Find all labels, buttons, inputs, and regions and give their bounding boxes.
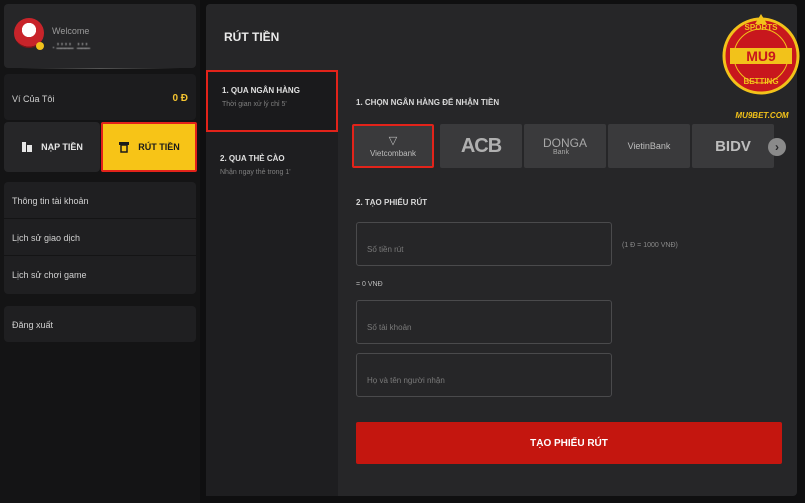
chevron-right-icon[interactable]: ›	[768, 138, 786, 156]
withdraw-form: 1. CHỌN NGÂN HÀNG ĐỂ NHẬN TIỀN ▽ Vietcom…	[338, 70, 797, 496]
bank-acb[interactable]: ACB	[440, 124, 522, 168]
amount-field[interactable]	[356, 222, 612, 266]
step2-heading: 2. TẠO PHIẾU RÚT	[356, 198, 428, 207]
deposit-label: NẠP TIỀN	[41, 142, 83, 152]
method-bank-transfer[interactable]: 1. QUA NGÂN HÀNG Thời gian xử lý chỉ 5'	[206, 70, 338, 132]
mu9-logo: SPORTS MU9 BETTING	[722, 14, 800, 95]
divider	[20, 68, 180, 69]
profile-card: Welcome ·ʼ̶ʼ̶ʼ̶ʼ̶ ʼ̶ʼ̶ʼ̶	[4, 4, 196, 68]
method-subtitle: Thời gian xử lý chỉ 5'	[222, 101, 287, 108]
withdraw-button[interactable]: RÚT TIỀN	[101, 122, 197, 172]
deposit-button[interactable]: NẠP TIỀN	[4, 122, 100, 172]
menu-game-history[interactable]: Lịch sử chơi game	[4, 256, 196, 293]
vietcombank-logo-icon: ▽	[388, 135, 398, 147]
bank-name: BIDV	[715, 137, 751, 155]
withdraw-icon	[119, 142, 130, 153]
logo-text-mid: MU9	[746, 48, 776, 64]
wallet-label: Ví Của Tôi	[12, 94, 55, 104]
account-number-input[interactable]	[367, 323, 601, 332]
method-title: 2. QUA THẺ CÀO	[220, 154, 285, 163]
donga-title: DONGA	[542, 135, 587, 150]
recipient-name-field[interactable]	[356, 353, 612, 397]
withdraw-panel: RÚT TIỀN 1. QUA NGÂN HÀNG Thời gian xử l…	[206, 4, 797, 496]
method-scratch-card[interactable]: 2. QUA THẺ CÀO Nhận ngay thẻ trong 1'	[206, 144, 338, 194]
bank-name: Vietcombank	[369, 149, 417, 158]
converted-amount: = 0 VNĐ	[356, 281, 383, 288]
method-title: 1. QUA NGÂN HÀNG	[222, 86, 300, 95]
bank-name: VietinBank	[627, 141, 671, 151]
logo-text-bottom: BETTING	[743, 77, 778, 86]
avatar-badge	[36, 42, 44, 50]
deposit-icon	[22, 142, 33, 152]
menu-transaction-history[interactable]: Lịch sử giao dịch	[4, 219, 196, 256]
account-sidebar: Welcome ·ʼ̶ʼ̶ʼ̶ʼ̶ ʼ̶ʼ̶ʼ̶ Ví Của Tôi 0 Đ …	[0, 0, 200, 503]
method-subtitle: Nhận ngay thẻ trong 1'	[220, 169, 291, 176]
bank-vietcombank[interactable]: ▽ Vietcombank	[352, 124, 434, 168]
withdraw-label: RÚT TIỀN	[138, 142, 180, 152]
logo-url: MU9BET.COM	[735, 111, 789, 120]
page-title: RÚT TIỀN	[224, 30, 280, 44]
step1-heading: 1. CHỌN NGÂN HÀNG ĐỂ NHẬN TIỀN	[356, 98, 500, 107]
welcome-label: Welcome	[52, 26, 90, 36]
create-withdraw-button[interactable]: TẠO PHIẾU RÚT	[356, 422, 782, 464]
account-number-field[interactable]	[356, 300, 612, 344]
logo-text-top: SPORTS	[745, 23, 779, 32]
menu-account-info[interactable]: Thông tin tài khoản	[4, 182, 196, 219]
username: ·ʼ̶ʼ̶ʼ̶ʼ̶ ʼ̶ʼ̶ʼ̶	[52, 42, 90, 52]
logout-button[interactable]: Đăng xuất	[4, 306, 196, 342]
wallet-card: Ví Của Tôi 0 Đ	[4, 74, 196, 120]
bank-vietinbank[interactable]: VietinBank	[608, 124, 690, 168]
recipient-name-input[interactable]	[367, 376, 601, 385]
bank-donga[interactable]: DONGA Bank	[524, 124, 606, 168]
exchange-rate-note: (1 Đ = 1000 VNĐ)	[622, 242, 678, 249]
account-menu: Thông tin tài khoản Lịch sử giao dịch Lị…	[4, 182, 196, 294]
bank-name: DONGA Bank	[543, 137, 587, 156]
bank-name: ACB	[460, 134, 502, 157]
withdraw-methods: 1. QUA NGÂN HÀNG Thời gian xử lý chỉ 5' …	[206, 70, 338, 496]
bank-bidv[interactable]: BIDV	[692, 124, 774, 168]
wallet-balance: 0 Đ	[172, 93, 188, 104]
donga-subtitle: Bank	[552, 148, 569, 156]
amount-input[interactable]	[367, 245, 601, 254]
